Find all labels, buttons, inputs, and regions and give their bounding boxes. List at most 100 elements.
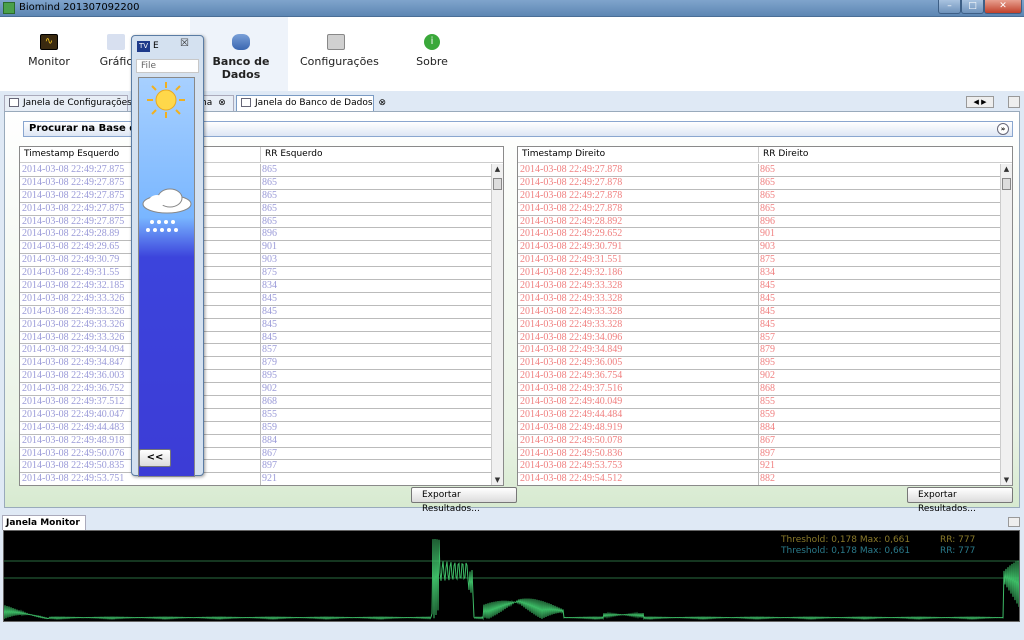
minimize-panel-icon[interactable] (1008, 517, 1020, 527)
table-row[interactable]: 2014-03-08 22:49:28.892 896 (518, 215, 1012, 229)
table-row[interactable]: 2014-03-08 22:49:37.512 868 (20, 396, 503, 410)
tab-janela-monitor[interactable]: Janela Monitor ⊗ (2, 515, 86, 542)
table-row[interactable]: 2014-03-08 22:49:36.754 902 (518, 370, 1012, 384)
table-row[interactable]: 2014-03-08 22:49:33.328 845 (518, 292, 1012, 306)
rr-cell: 865 (760, 202, 775, 214)
table-row[interactable]: 2014-03-08 22:49:30.79 903 (20, 254, 503, 268)
table-row[interactable]: 2014-03-08 22:49:48.919 884 (518, 421, 1012, 435)
table-row[interactable]: 2014-03-08 22:49:31.551 875 (518, 254, 1012, 268)
table-row[interactable]: 2014-03-08 22:49:30.791 903 (518, 241, 1012, 255)
table-row[interactable]: 2014-03-08 22:49:53.751 921 (20, 473, 503, 485)
table-row[interactable]: 2014-03-08 22:49:27.878 865 (518, 176, 1012, 190)
table-row[interactable]: 2014-03-08 22:49:34.849 879 (518, 344, 1012, 358)
column-divider[interactable] (758, 147, 759, 163)
vertical-scrollbar[interactable]: ▲ ▼ (1000, 164, 1012, 485)
close-icon[interactable]: ☒ (172, 38, 197, 51)
export-right-button[interactable]: Exportar Resultados... (907, 487, 1013, 514)
table-row[interactable]: 2014-03-08 22:49:27.878 865 (518, 202, 1012, 216)
table-row[interactable]: 2014-03-08 22:49:53.753 921 (518, 460, 1012, 474)
table-row[interactable]: 2014-03-08 22:49:34.847 879 (20, 357, 503, 371)
table-row[interactable]: 2014-03-08 22:49:28.89 896 (20, 228, 503, 242)
table-row[interactable]: 2014-03-08 22:49:36.003 895 (20, 370, 503, 384)
rr-cell: 879 (760, 344, 775, 356)
toolbar-configuracoes-button[interactable]: Configurações (300, 34, 379, 68)
table-row[interactable]: 2014-03-08 22:49:34.094 857 (20, 344, 503, 358)
table-row[interactable]: 2014-03-08 22:49:29.65 901 (20, 241, 503, 255)
table-row[interactable]: 2014-03-08 22:49:40.049 855 (518, 396, 1012, 410)
expand-chevron-icon[interactable]: » (997, 123, 1009, 135)
popup-file-menu[interactable]: File (136, 59, 199, 73)
timestamp-cell: 2014-03-08 22:49:37.512 (22, 396, 125, 408)
rr-cell: 865 (262, 202, 277, 214)
table-row[interactable]: 2014-03-08 22:49:36.005 895 (518, 357, 1012, 371)
table-row[interactable]: 2014-03-08 22:49:33.326 845 (20, 305, 503, 319)
minimize-button[interactable]: – (938, 0, 961, 14)
table-row[interactable]: 2014-03-08 22:49:27.875 865 (20, 215, 503, 229)
table-row[interactable]: 2014-03-08 22:49:50.078 867 (518, 434, 1012, 448)
table-row[interactable]: 2014-03-08 22:49:31.55 875 (20, 267, 503, 281)
scroll-up-icon[interactable]: ▲ (1001, 164, 1012, 175)
table-row[interactable]: 2014-03-08 22:49:44.483 859 (20, 421, 503, 435)
tab-janela-configuracoes[interactable]: Janela de Configurações⊗ (4, 95, 145, 111)
column-header-rr-esquerdo[interactable]: RR Esquerdo (265, 149, 322, 159)
rr-cell: 921 (262, 473, 277, 485)
timestamp-cell: 2014-03-08 22:49:29.65 (22, 241, 120, 253)
table-row[interactable]: 2014-03-08 22:49:32.185 834 (20, 280, 503, 294)
table-row[interactable]: 2014-03-08 22:49:34.096 857 (518, 331, 1012, 345)
table-row[interactable]: 2014-03-08 22:49:33.328 845 (518, 318, 1012, 332)
table-row[interactable]: 2014-03-08 22:49:33.326 845 (20, 331, 503, 345)
table-row[interactable]: 2014-03-08 22:49:27.875 865 (20, 176, 503, 190)
table-row[interactable]: 2014-03-08 22:49:36.752 902 (20, 383, 503, 397)
table-row[interactable]: 2014-03-08 22:49:50.835 897 (20, 460, 503, 474)
timestamp-cell: 2014-03-08 22:49:44.484 (520, 408, 623, 420)
column-header-timestamp-esquerdo[interactable]: Timestamp Esquerdo (24, 149, 119, 159)
scroll-thumb[interactable] (1002, 178, 1011, 190)
export-left-button[interactable]: Exportar Resultados... (411, 487, 517, 514)
maximize-button[interactable]: □ (961, 0, 984, 14)
table-row[interactable]: 2014-03-08 22:49:48.918 884 (20, 434, 503, 448)
table-row[interactable]: 2014-03-08 22:49:54.512 882 (518, 473, 1012, 485)
settings-tab-icon (9, 98, 19, 107)
table-row[interactable]: 2014-03-08 22:49:33.328 845 (518, 305, 1012, 319)
cell-divider (260, 280, 261, 294)
rr-cell: 868 (262, 396, 277, 408)
table-row[interactable]: 2014-03-08 22:49:37.516 868 (518, 383, 1012, 397)
close-button[interactable]: ✕ (984, 0, 1022, 14)
toolbar-monitor-button[interactable]: ∿ Monitor (24, 34, 74, 68)
table-row[interactable]: 2014-03-08 22:49:33.326 845 (20, 292, 503, 306)
table-row[interactable]: 2014-03-08 22:49:33.328 845 (518, 280, 1012, 294)
scroll-thumb[interactable] (493, 178, 502, 190)
table-row[interactable]: 2014-03-08 22:49:44.484 859 (518, 408, 1012, 422)
maximize-panel-icon[interactable] (1008, 96, 1020, 108)
column-header-timestamp-direito[interactable]: Timestamp Direito (522, 149, 605, 159)
toolbar-graficos-button[interactable]: Gráfic (96, 34, 136, 68)
scroll-up-icon[interactable]: ▲ (492, 164, 503, 175)
table-row[interactable]: 2014-03-08 22:49:27.875 865 (20, 189, 503, 203)
vertical-scrollbar[interactable]: ▲ ▼ (491, 164, 503, 485)
toolbar-sobre-button[interactable]: i Sobre (410, 34, 454, 68)
timestamp-cell: 2014-03-08 22:49:28.892 (520, 215, 623, 227)
table-row[interactable]: 2014-03-08 22:49:33.326 845 (20, 318, 503, 332)
table-row[interactable]: 2014-03-08 22:49:27.875 865 (20, 202, 503, 216)
popup-back-button[interactable]: << (139, 449, 171, 467)
toolbar-banco-de-dados-button[interactable]: Banco de Dados (196, 34, 286, 81)
tab-close-icon[interactable]: ⊗ (218, 98, 226, 108)
column-divider[interactable] (260, 147, 261, 163)
table-row[interactable]: 2014-03-08 22:49:27.878 865 (518, 164, 1012, 177)
table-row[interactable]: 2014-03-08 22:49:50.076 867 (20, 447, 503, 461)
column-header-rr-direito[interactable]: RR Direito (763, 149, 808, 159)
table-row[interactable]: 2014-03-08 22:49:27.875 865 (20, 164, 503, 177)
table-row[interactable]: 2014-03-08 22:49:32.186 834 (518, 267, 1012, 281)
tab-navigation-arrows[interactable]: ◀ ▶ (966, 96, 994, 108)
table-row[interactable]: 2014-03-08 22:49:29.652 901 (518, 228, 1012, 242)
tab-close-icon[interactable]: ⊗ (379, 98, 387, 108)
table-row[interactable]: 2014-03-08 22:49:27.878 865 (518, 189, 1012, 203)
table-row[interactable]: 2014-03-08 22:49:40.047 855 (20, 408, 503, 422)
monitor-readout-rr-1: RR: 777 (940, 535, 976, 545)
tab-janela-banco-de-dados[interactable]: Janela do Banco de Dados ⊗ (236, 95, 386, 111)
table-row[interactable]: 2014-03-08 22:49:50.836 897 (518, 447, 1012, 461)
timestamp-cell: 2014-03-08 22:49:31.55 (22, 267, 120, 279)
weather-popup-window[interactable]: TV E ☒ File << (131, 35, 204, 477)
scroll-down-icon[interactable]: ▼ (492, 475, 503, 485)
scroll-down-icon[interactable]: ▼ (1001, 475, 1012, 485)
